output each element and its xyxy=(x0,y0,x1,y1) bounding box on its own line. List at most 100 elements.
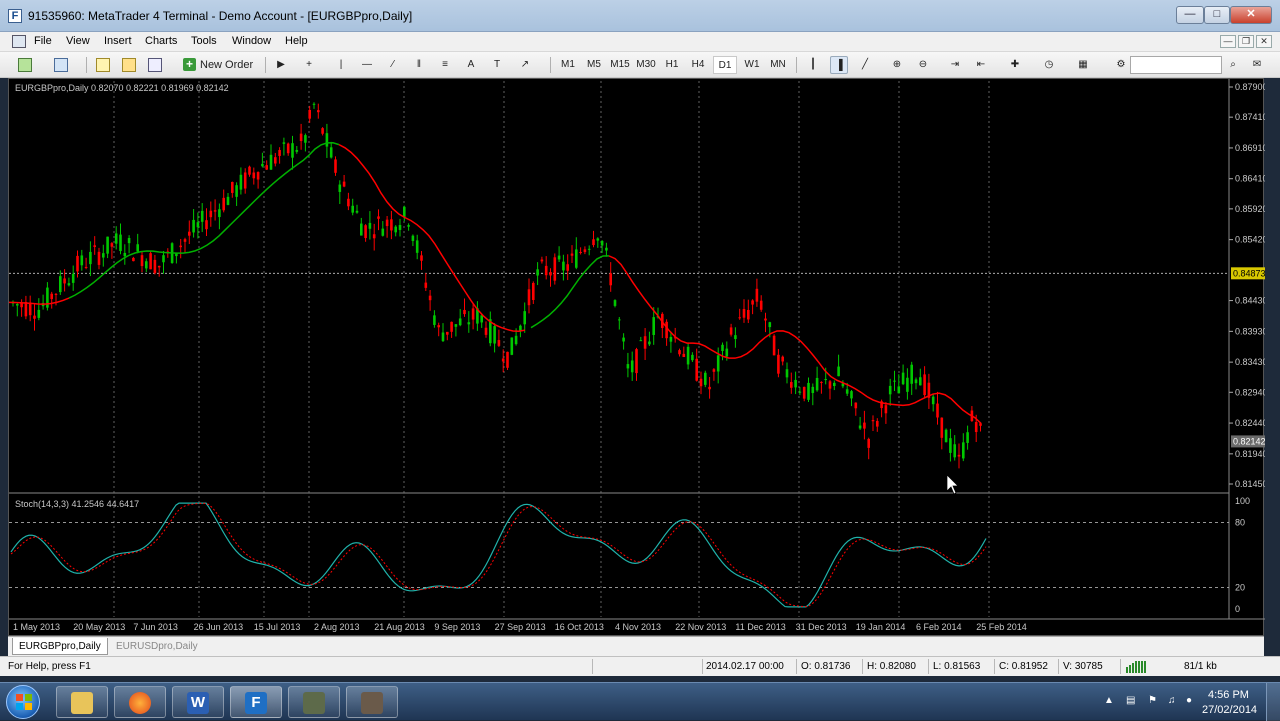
candle-body-9 xyxy=(50,293,53,300)
close-button[interactable]: ✕ xyxy=(1230,6,1272,24)
arrows-icon[interactable]: ↗ xyxy=(516,56,534,74)
taskbar-metatrader[interactable]: F xyxy=(230,686,282,718)
ma-line-segment-4 xyxy=(530,255,610,329)
price-chart[interactable]: 0.87900 0.87410 0.86910 0.86410 0.85920 0.854… xyxy=(9,79,1265,637)
candle-body-25 xyxy=(119,234,122,252)
tab-eurusd-daily[interactable]: EURUSDpro,Daily xyxy=(110,638,204,655)
ma-line-segment-5 xyxy=(608,255,982,424)
timeframe-h1[interactable]: H1 xyxy=(660,56,684,74)
candle-body-6 xyxy=(37,309,41,318)
menu-view[interactable]: View xyxy=(66,35,90,47)
menu-charts[interactable]: Charts xyxy=(145,35,177,47)
text-label-icon[interactable]: T xyxy=(488,56,506,74)
candle-body-84 xyxy=(372,234,376,239)
zoom-out-icon[interactable]: ⊖ xyxy=(914,56,932,74)
show-desktop-button[interactable] xyxy=(1266,683,1280,721)
timeframe-m5[interactable]: M5 xyxy=(582,56,606,74)
menu-help[interactable]: Help xyxy=(285,35,308,47)
navigator-icon[interactable] xyxy=(122,58,136,72)
text-icon[interactable]: A xyxy=(462,56,480,74)
candle-body-30 xyxy=(140,255,144,267)
zoom-in-icon[interactable]: ⊕ xyxy=(888,56,906,74)
taskbar-explorer[interactable] xyxy=(56,686,108,718)
timeframe-d1[interactable]: D1 xyxy=(713,56,737,74)
candle-body-43 xyxy=(196,222,200,228)
trendline-icon[interactable]: ⁄ xyxy=(384,56,402,74)
autoscroll-icon[interactable]: ⇥ xyxy=(946,56,964,74)
timeframe-m1[interactable]: M1 xyxy=(556,56,580,74)
candle-body-133 xyxy=(583,249,587,253)
candlestick-icon[interactable]: ▐ xyxy=(830,56,848,74)
new-chart-icon[interactable] xyxy=(18,58,32,72)
horizontal-line-icon[interactable]: — xyxy=(358,56,376,74)
candle-body-117 xyxy=(514,335,518,345)
vertical-line-icon[interactable]: | xyxy=(332,56,350,74)
candle-body-53 xyxy=(239,174,243,190)
channel-icon[interactable]: ‖ xyxy=(410,56,428,74)
crosshair-icon[interactable]: + xyxy=(300,56,318,74)
candle-body-191 xyxy=(833,382,836,386)
candle-body-82 xyxy=(364,225,367,239)
menu-tools[interactable]: Tools xyxy=(191,35,217,47)
price-label-8: 0.83430 xyxy=(1235,357,1265,367)
candle-body-66 xyxy=(295,149,299,152)
candle-body-163 xyxy=(712,369,716,372)
mdi-minimize-button[interactable]: — xyxy=(1220,35,1236,48)
menu-insert[interactable]: Insert xyxy=(104,35,132,47)
community-icon[interactable]: ✉ xyxy=(1248,56,1266,74)
periods-icon[interactable]: ◷ xyxy=(1040,56,1058,74)
timeframe-mn[interactable]: MN xyxy=(766,56,790,74)
profiles-icon[interactable] xyxy=(54,58,68,72)
candle-body-116 xyxy=(510,337,514,355)
timeframe-h4[interactable]: H4 xyxy=(686,56,710,74)
mdi-close-button[interactable]: ✕ xyxy=(1256,35,1272,48)
candle-body-62 xyxy=(278,150,281,156)
candle-body-175 xyxy=(764,318,767,321)
timeframe-m15[interactable]: M15 xyxy=(608,56,632,74)
date-label-0: 1 May 2013 xyxy=(13,622,60,632)
templates-icon[interactable]: ▦ xyxy=(1074,56,1092,74)
menu-window[interactable]: Window xyxy=(232,35,271,47)
terminal-icon-2 xyxy=(361,692,383,714)
fibonacci-icon[interactable]: ≡ xyxy=(436,56,454,74)
new-order-button[interactable]: + New Order xyxy=(180,56,260,74)
options-gear-icon[interactable]: ⚙ xyxy=(1112,56,1130,74)
candle-body-107 xyxy=(471,308,475,320)
maximize-button[interactable]: □ xyxy=(1204,6,1230,24)
terminal-window-icon[interactable] xyxy=(148,58,162,72)
chart-shift-icon[interactable]: ⇤ xyxy=(972,56,990,74)
taskbar-terminal-1[interactable] xyxy=(288,686,340,718)
taskbar-terminal-2[interactable] xyxy=(346,686,398,718)
line-chart-icon[interactable]: ╱ xyxy=(856,56,874,74)
minimize-button[interactable]: — xyxy=(1176,6,1204,24)
tray-network-icon[interactable]: ▤ xyxy=(1126,695,1135,706)
candle-body-72 xyxy=(321,128,324,134)
menu-file[interactable]: File xyxy=(34,35,52,47)
clock-time[interactable]: 4:56 PM xyxy=(1208,689,1249,701)
cursor-icon[interactable]: ▶ xyxy=(272,56,290,74)
timeframe-m30[interactable]: M30 xyxy=(634,56,658,74)
chart-window-icon[interactable] xyxy=(12,35,26,48)
indicators-icon[interactable]: ✚ xyxy=(1006,56,1024,74)
tray-power-icon[interactable]: ● xyxy=(1186,695,1192,706)
tab-eurgbp-daily[interactable]: EURGBPpro,Daily xyxy=(12,638,108,655)
clock-date[interactable]: 27/02/2014 xyxy=(1202,704,1257,716)
start-button[interactable] xyxy=(6,685,40,719)
bar-chart-icon[interactable]: ┃ xyxy=(804,56,822,74)
date-label-9: 16 Oct 2013 xyxy=(555,622,604,632)
tray-volume-icon[interactable]: ♫ xyxy=(1168,695,1176,706)
search-input[interactable] xyxy=(1130,56,1222,74)
tray-arrow-icon[interactable]: ▲ xyxy=(1104,695,1114,706)
search-icon[interactable]: ⌕ xyxy=(1224,56,1242,74)
timeframe-w1[interactable]: W1 xyxy=(740,56,764,74)
taskbar-word[interactable]: W xyxy=(172,686,224,718)
market-watch-icon[interactable] xyxy=(96,58,110,72)
candle-body-196 xyxy=(854,402,858,409)
mdi-restore-button[interactable]: ❐ xyxy=(1238,35,1254,48)
taskbar-firefox[interactable] xyxy=(114,686,166,718)
chart-window[interactable]: 0.87900 0.87410 0.86910 0.86410 0.85920 0.854… xyxy=(8,78,1265,637)
tray-flag-icon[interactable]: ⚑ xyxy=(1148,695,1157,706)
candle-body-126 xyxy=(553,257,557,281)
candle-body-105 xyxy=(463,309,466,315)
candle-body-181 xyxy=(790,382,793,388)
